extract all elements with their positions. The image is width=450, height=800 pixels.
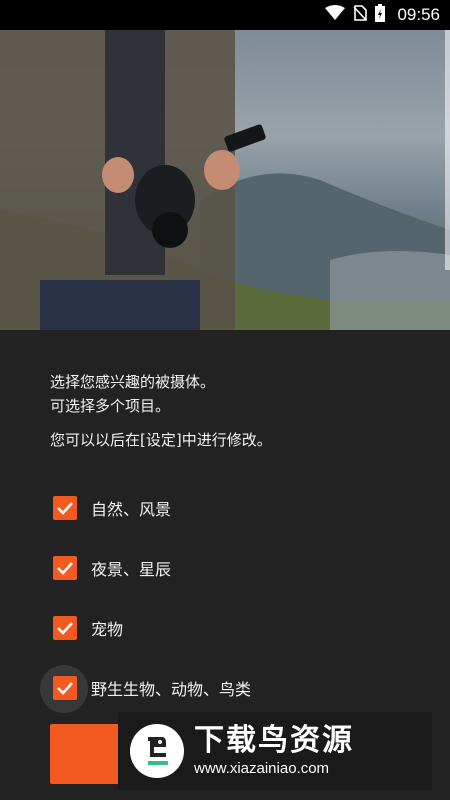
watermark-overlay: 下载鸟资源 www.xiazainiao.com [118,712,432,790]
battery-charging-icon [375,4,386,26]
watermark-title: 下载鸟资源 [194,723,354,758]
intro-text: 选择您感兴趣的被摄体。 可选择多个项目。 您可以以后在[设定]中进行修改。 [50,370,272,452]
settings-note: 您可以以后在[设定]中进行修改。 [50,431,272,449]
status-time: 09:56 [397,5,440,24]
hero-image [0,30,450,330]
option-label: 野生生物、动物、鸟类 [91,680,252,699]
option-label: 夜景、星辰 [91,560,172,579]
intro-line-1: 选择您感兴趣的被摄体。 [50,373,216,391]
option-wildlife-animals-birds[interactable]: 野生生物、动物、鸟类 [40,658,251,718]
option-pets[interactable]: 宠物 [40,598,251,658]
option-nature-landscape[interactable]: 自然、风景 [40,478,251,538]
checkbox-checked-icon[interactable] [53,616,77,640]
no-sim-icon [353,5,368,25]
option-label: 宠物 [91,620,124,639]
subject-options: 自然、风景 夜景、星辰 宠物 野生生物、动物、鸟类 [40,478,251,718]
wifi-icon [325,5,346,25]
checkbox-checked-icon[interactable] [53,496,77,520]
option-night-stars[interactable]: 夜景、星辰 [40,538,251,598]
bird-logo-icon [130,724,184,778]
checkbox-checked-icon[interactable] [53,556,77,580]
watermark-url: www.xiazainiao.com [194,760,330,777]
scrollbar [445,30,450,270]
option-label: 自然、风景 [91,500,172,519]
intro-line-2: 可选择多个项目。 [50,397,171,415]
status-bar: 09:56 [0,0,450,30]
checkbox-checked-icon[interactable] [53,676,77,700]
